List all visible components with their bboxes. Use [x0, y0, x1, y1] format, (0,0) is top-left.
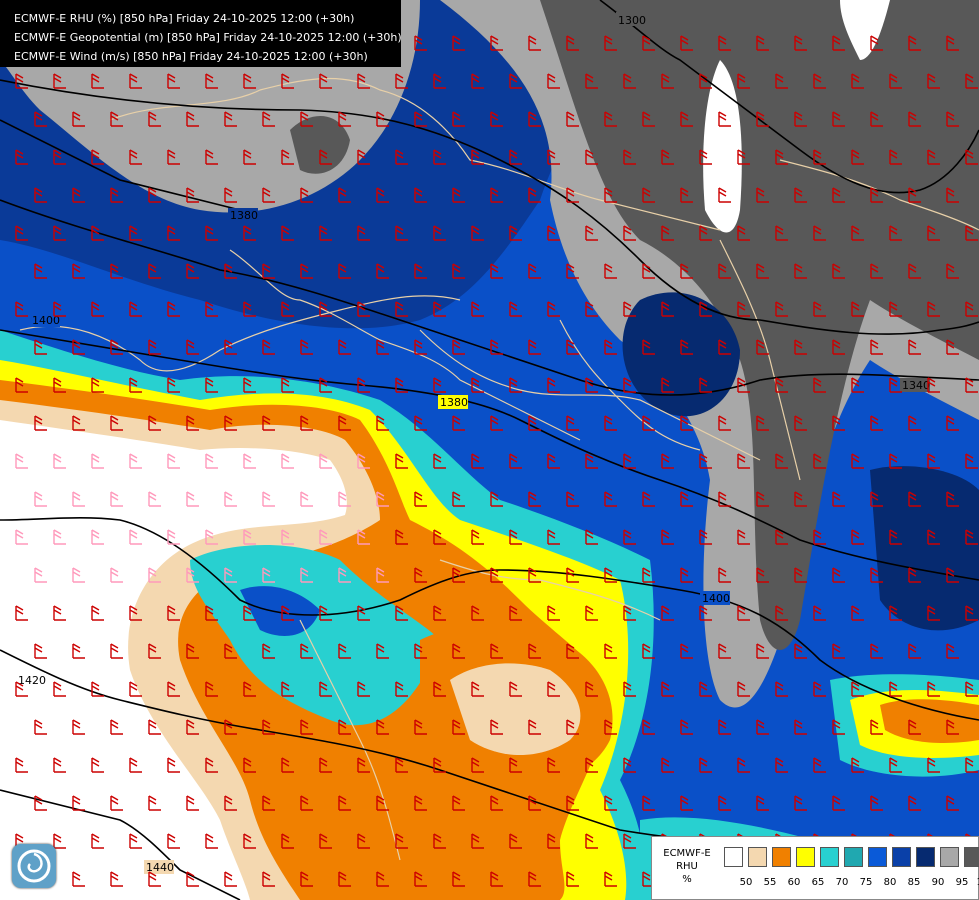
header-wind-line: ECMWF-E Wind (m/s) [850 hPa] Friday 24-1… [14, 50, 368, 63]
legend-swatch [748, 847, 767, 867]
legend-tick-label: 90 [931, 877, 945, 888]
legend-swatch [844, 847, 863, 867]
legend-tick-label: 95 [955, 877, 969, 888]
legend-swatch [868, 847, 887, 867]
legend-tick-label: 50 [739, 877, 753, 888]
header-rhu-line: ECMWF-E RHU (%) [850 hPa] Friday 24-10-2… [14, 12, 355, 25]
legend-swatch [724, 847, 743, 867]
legend-title: ECMWF-E RHU % [658, 847, 716, 886]
contour-label-1300: 1300 [618, 14, 646, 27]
rhu-map: 1300 1340 1380 1380 1400 1400 1420 1440 [0, 0, 979, 900]
map-header: ECMWF-E RHU (%) [850 hPa] Friday 24-10-2… [0, 0, 402, 67]
legend-swatch [796, 847, 815, 867]
legend-tick-label: 75 [859, 877, 873, 888]
rhu-legend: ECMWF-E RHU % 50 55 60 65 70 75 80 85 90 95 100 [651, 836, 979, 900]
legend-tick-label: 85 [907, 877, 921, 888]
legend-swatch [772, 847, 791, 867]
contour-label-1380-central: 1380 [440, 396, 468, 409]
legend-tick-label: 70 [835, 877, 849, 888]
rhu-fill-layer [0, 0, 979, 900]
legend-swatch [964, 847, 979, 867]
legend-swatch [940, 847, 959, 867]
logo-icon [12, 844, 56, 888]
legend-tick-label: 100 [974, 877, 979, 888]
contour-label-1340: 1340 [902, 379, 930, 392]
header-geopotential-line: ECMWF-E Geopotential (m) [850 hPa] Frida… [14, 31, 402, 44]
legend-swatch [820, 847, 839, 867]
map-view[interactable]: 1300 1340 1380 1380 1400 1400 1420 1440 … [0, 0, 979, 900]
legend-title-variable: RHU [676, 861, 698, 872]
legend-unit: % [682, 874, 692, 885]
legend-tick-label: 65 [811, 877, 825, 888]
contour-label-1400-east: 1400 [702, 592, 730, 605]
legend-tick-label: 80 [883, 877, 897, 888]
legend-tick-label: 60 [787, 877, 801, 888]
legend-swatch [916, 847, 935, 867]
legend-tick-label: 55 [763, 877, 777, 888]
contour-label-1380-north: 1380 [230, 209, 258, 222]
legend-swatch [892, 847, 911, 867]
legend-title-model: ECMWF-E [663, 848, 711, 859]
